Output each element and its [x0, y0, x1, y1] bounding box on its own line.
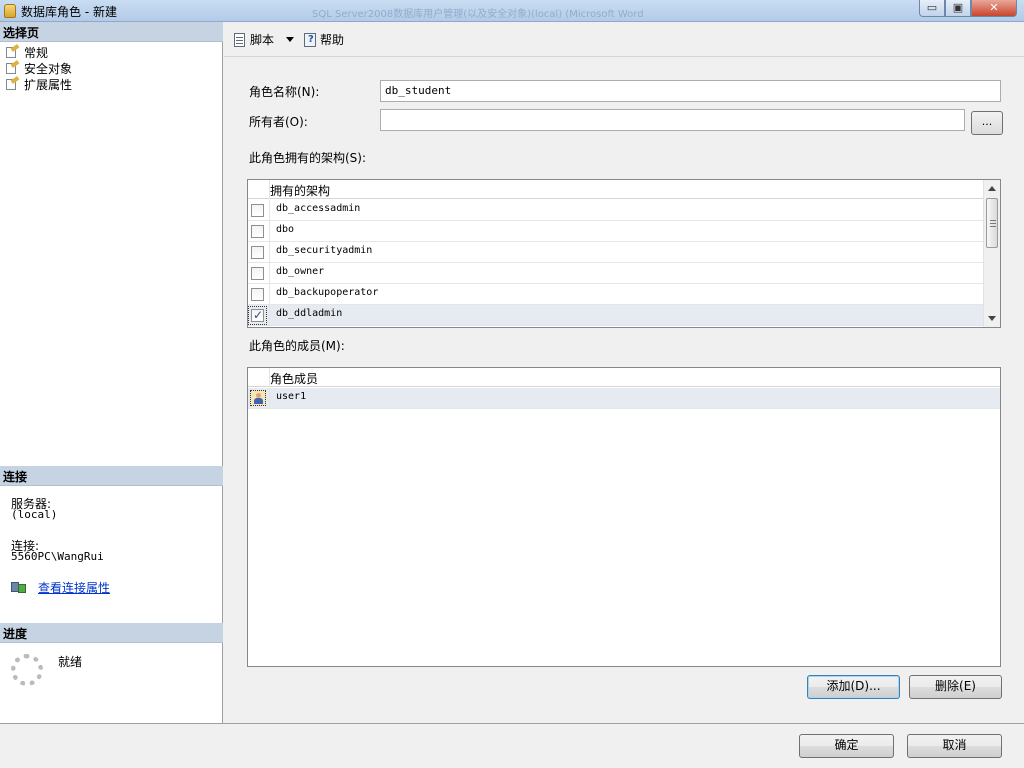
nav-item-label: 安全对象 [24, 61, 73, 76]
role-name-label: 角色名称(N): [249, 85, 320, 99]
script-icon [231, 32, 247, 48]
maximize-button[interactable]: ▣ [945, 0, 971, 17]
nav-item-general[interactable]: 常规 [4, 43, 49, 60]
role-members-grid: 角色成员 user1 [247, 367, 1001, 667]
owned-schemas-grid: 拥有的架构 db_accessadmin dbo db_securityadmi… [247, 179, 1001, 328]
left-panel: 选择页 常规 安全对象 扩展属性 连接 服务器: (local) 连接: 556… [0, 22, 223, 723]
page-icon [4, 75, 20, 91]
scroll-down-icon[interactable] [988, 316, 996, 321]
nav-item-securables[interactable]: 安全对象 [4, 59, 73, 76]
owned-schemas-column-header: 拥有的架构 [270, 184, 331, 198]
help-button[interactable]: ? 帮助 [301, 31, 344, 48]
table-row[interactable]: db_accessadmin [248, 200, 983, 221]
script-dropdown-arrow-icon[interactable] [286, 37, 294, 42]
scroll-thumb[interactable] [986, 198, 998, 248]
close-button[interactable]: ✕ [971, 0, 1017, 17]
schemas-scrollbar[interactable] [983, 180, 1000, 327]
schema-name: dbo [276, 224, 295, 235]
owner-input[interactable] [380, 109, 965, 131]
toolbar: 脚本 ? 帮助 [224, 22, 1024, 57]
progress-header: 进度 [0, 623, 223, 643]
progress-spinner-icon [11, 654, 43, 686]
database-icon [4, 4, 16, 18]
schema-name: db_backupoperator [276, 287, 379, 298]
schema-checkbox[interactable] [251, 225, 264, 238]
table-row[interactable]: db_ddladmin [248, 305, 983, 326]
schema-checkbox[interactable] [251, 204, 264, 217]
nav-item-label: 扩展属性 [24, 77, 73, 92]
page-icon [4, 43, 20, 59]
page-icon [4, 59, 20, 75]
table-row[interactable]: db_backupoperator [248, 284, 983, 305]
cancel-button[interactable]: 取消 [907, 734, 1002, 758]
nav-item-label: 常规 [24, 45, 49, 60]
owner-label: 所有者(O): [249, 115, 308, 129]
schema-name: db_securityadmin [276, 245, 373, 256]
title-bar: 数据库角色 - 新建 SQL Server2008数据库用户管理(以及安全对象)… [0, 0, 1024, 22]
grid-header: 角色成员 [248, 368, 1000, 387]
table-row[interactable]: db_owner [248, 263, 983, 284]
schema-checkbox[interactable] [251, 308, 264, 322]
script-label: 脚本 [250, 33, 275, 47]
table-row[interactable]: dbo [248, 221, 983, 242]
members-label: 此角色的成员(M): [249, 339, 345, 353]
help-icon: ? [301, 32, 317, 48]
schemas-label: 此角色拥有的架构(S): [249, 151, 367, 165]
role-name-input[interactable]: db_student [380, 80, 1001, 102]
script-button[interactable]: 脚本 [231, 31, 274, 48]
view-connection-properties-link[interactable]: 查看连接属性 [38, 579, 110, 596]
scroll-up-icon[interactable] [988, 186, 996, 191]
schema-checkbox[interactable] [251, 246, 264, 259]
connection-header: 连接 [0, 466, 223, 486]
add-member-button[interactable]: 添加(D)... [807, 675, 900, 699]
connection-value: 5560PC\WangRui [11, 550, 104, 563]
nav-item-extended-properties[interactable]: 扩展属性 [4, 75, 73, 92]
schema-name: db_owner [276, 266, 325, 277]
schema-checkbox[interactable] [251, 288, 264, 301]
schema-checkbox[interactable] [251, 267, 264, 280]
minimize-button[interactable]: ▭ [919, 0, 945, 17]
progress-status: 就绪 [58, 655, 83, 669]
window-title: 数据库角色 - 新建 [21, 5, 117, 19]
user-icon [250, 390, 266, 406]
grid-header: 拥有的架构 [248, 180, 983, 199]
server-value: (local) [11, 508, 58, 521]
table-row[interactable]: user1 [248, 388, 1000, 409]
table-row[interactable]: db_securityadmin [248, 242, 983, 263]
remove-member-button[interactable]: 删除(E) [909, 675, 1002, 699]
role-members-column-header: 角色成员 [270, 372, 319, 386]
connection-properties-icon [11, 580, 27, 594]
help-label: 帮助 [320, 33, 345, 47]
ok-button[interactable]: 确定 [799, 734, 894, 758]
select-page-header: 选择页 [0, 22, 223, 42]
schema-name: db_ddladmin [276, 308, 343, 319]
browse-owner-button[interactable]: ... [971, 111, 1003, 135]
member-name: user1 [276, 391, 307, 402]
schema-name: db_accessadmin [276, 203, 361, 214]
background-window-title: SQL Server2008数据库用户管理(以及安全对象)(local) (Mi… [312, 9, 644, 20]
